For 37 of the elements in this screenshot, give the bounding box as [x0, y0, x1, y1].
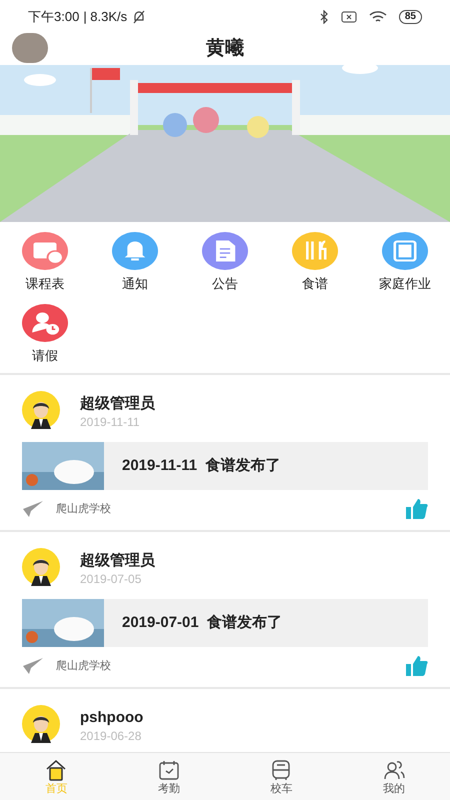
- mute-icon: [131, 10, 148, 24]
- post-date: 2019-11-11: [80, 414, 141, 430]
- author-name: 超级管理员: [80, 551, 155, 571]
- post-title: 2019-11-11 食谱发布了: [122, 456, 280, 476]
- nav-tab[interactable]: 考勤: [112, 753, 225, 800]
- shortcut-button[interactable]: 请假: [0, 304, 90, 365]
- paper-plane-icon: [22, 500, 44, 518]
- thumbs-up-icon[interactable]: [406, 499, 428, 519]
- post-title: 2019-07-01 食谱发布了: [122, 612, 282, 633]
- thumbs-up-icon[interactable]: [406, 656, 428, 676]
- post-preview-card[interactable]: 2019-07-01 食谱发布了: [22, 599, 428, 647]
- school-name: 爬山虎学校: [56, 502, 111, 517]
- author-name: 超级管理员: [80, 394, 155, 414]
- battery-indicator: 85: [398, 10, 422, 24]
- author-avatar: [22, 391, 60, 429]
- bluetooth-icon: [318, 10, 329, 24]
- paper-plane-icon: [22, 657, 44, 675]
- status-time: 下午3:00: [28, 8, 80, 26]
- sim-icon: [340, 10, 357, 22]
- school-name: 爬山虎学校: [56, 658, 111, 674]
- author-name: pshpooo: [80, 708, 144, 728]
- nav-tab[interactable]: 我的: [338, 753, 450, 800]
- shortcut-button[interactable]: 通知: [90, 232, 180, 294]
- shortcut-button[interactable]: 食谱: [270, 232, 360, 294]
- shortcut-button[interactable]: 公告: [180, 232, 270, 294]
- wifi-icon: [368, 10, 387, 24]
- user-avatar[interactable]: [12, 33, 48, 63]
- author-avatar: [22, 705, 60, 743]
- author-avatar: [22, 548, 60, 586]
- page-title: 黄曦: [206, 36, 244, 61]
- post-date: 2019-06-28: [80, 728, 142, 744]
- post-date: 2019-07-05: [80, 571, 142, 587]
- post-preview-card[interactable]: 2019-11-11 食谱发布了: [22, 442, 428, 490]
- network-speed: | 8.3K/s: [83, 8, 128, 26]
- shortcut-button[interactable]: 家庭作业: [360, 232, 450, 294]
- nav-tab[interactable]: 校车: [225, 753, 338, 800]
- shortcut-button[interactable]: 课程表: [0, 232, 90, 294]
